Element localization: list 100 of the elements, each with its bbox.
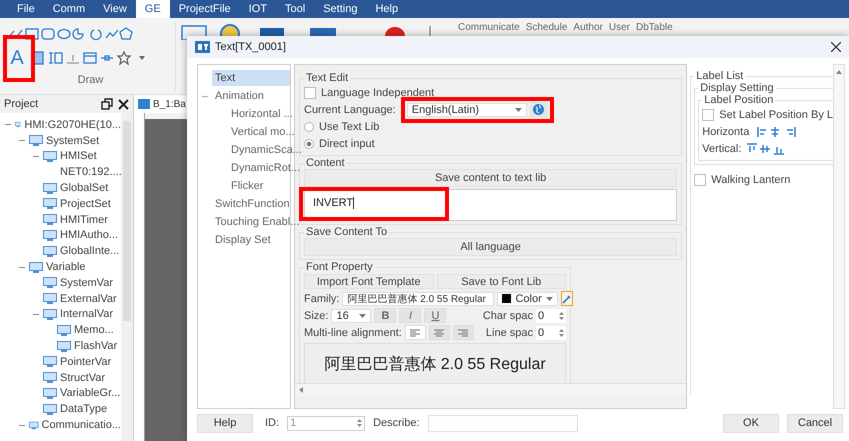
tree-item[interactable]: SystemSet bbox=[46, 134, 100, 147]
cancel-button[interactable]: Cancel bbox=[787, 414, 843, 432]
menu-item[interactable]: ProjectFile bbox=[170, 0, 240, 18]
radio-button[interactable] bbox=[304, 122, 314, 132]
color-dropdown[interactable]: Color bbox=[497, 292, 558, 306]
tree-item[interactable]: PointerVar bbox=[60, 356, 112, 368]
menu-item[interactable]: Tool bbox=[276, 0, 314, 18]
node-icon bbox=[43, 246, 57, 257]
tree-item[interactable]: HMI:G2070HE(10... bbox=[24, 118, 121, 131]
tree-item[interactable]: Vertical mo... bbox=[228, 124, 298, 140]
menu-item[interactable]: Setting bbox=[314, 0, 366, 18]
node-icon bbox=[43, 404, 57, 415]
align-left-icon bbox=[410, 328, 420, 336]
language-dropdown[interactable]: English(Latin) bbox=[406, 102, 527, 116]
tree-item[interactable]: Flicker bbox=[228, 178, 266, 194]
tree-item[interactable]: DynamicRot... bbox=[228, 160, 304, 176]
spin-arrows-icon[interactable] bbox=[559, 328, 564, 338]
checkbox[interactable] bbox=[702, 108, 714, 120]
scroll-left-icon[interactable] bbox=[299, 387, 303, 393]
ribbon-link[interactable]: Schedule bbox=[526, 22, 568, 33]
style-toggle[interactable]: I bbox=[399, 308, 422, 323]
checkbox[interactable] bbox=[694, 174, 706, 186]
globe-icon bbox=[533, 104, 544, 115]
tree-item[interactable]: NET0:192.... bbox=[60, 166, 121, 178]
node-icon bbox=[29, 135, 43, 146]
scroll-up-icon[interactable] bbox=[836, 70, 842, 74]
menu-item[interactable]: Comm bbox=[44, 0, 94, 18]
tree-item[interactable]: Communicatio... bbox=[42, 419, 121, 432]
alignment-button[interactable] bbox=[452, 325, 474, 340]
menu-item[interactable]: Help bbox=[366, 0, 408, 18]
alignment-button[interactable] bbox=[404, 325, 426, 340]
group-title: Save Content To bbox=[305, 226, 388, 238]
font-size-dropdown[interactable]: 16 bbox=[331, 308, 372, 322]
checkbox-label: Walking Lantern bbox=[711, 174, 790, 186]
horizontal-align-icons[interactable] bbox=[757, 126, 798, 138]
tree-item[interactable]: SwitchFunction bbox=[212, 196, 293, 212]
save-to-text-lib-button[interactable]: Save content to text lib bbox=[304, 169, 678, 187]
vertical-align-icons[interactable] bbox=[746, 142, 786, 154]
scrollbar[interactable] bbox=[121, 113, 133, 441]
scrollbar[interactable] bbox=[833, 64, 845, 409]
panel-title: Project bbox=[4, 98, 40, 110]
ribbon-link[interactable]: Communicate bbox=[458, 22, 520, 33]
tree-item[interactable]: ExternalVar bbox=[60, 292, 117, 305]
font-button[interactable]: Save to Font Lib bbox=[436, 274, 566, 289]
spin-arrows-icon[interactable] bbox=[559, 310, 564, 320]
checkbox[interactable] bbox=[304, 86, 316, 98]
style-toggle[interactable]: U bbox=[424, 308, 446, 323]
caret-icon[interactable] bbox=[139, 56, 145, 60]
group-title: Content bbox=[305, 157, 346, 169]
menu-item[interactable]: IOT bbox=[240, 0, 276, 18]
eyedropper-button[interactable] bbox=[560, 291, 573, 306]
content-field[interactable]: INVERT bbox=[304, 189, 678, 221]
canvas-tab[interactable]: B_1:Ba bbox=[134, 95, 190, 113]
node-icon bbox=[43, 356, 57, 368]
menu-item[interactable]: GE bbox=[136, 0, 170, 18]
help-button[interactable]: Help bbox=[197, 414, 253, 432]
all-language-button[interactable]: All language bbox=[304, 238, 678, 256]
tree-item[interactable]: FlashVar bbox=[74, 340, 118, 352]
tree-item[interactable]: VariableGr... bbox=[60, 387, 120, 400]
alignment-button[interactable] bbox=[428, 325, 450, 340]
tree-item[interactable]: DynamicSca... bbox=[228, 142, 305, 158]
tree-item[interactable]: Horizontal ... bbox=[228, 106, 296, 122]
tree-item[interactable]: Memo... bbox=[74, 324, 114, 336]
close-icon[interactable] bbox=[118, 98, 129, 110]
style-toggle[interactable]: B bbox=[374, 308, 396, 323]
tree-item[interactable]: HMIAutho... bbox=[60, 229, 118, 242]
tree-item[interactable]: Display Set bbox=[212, 232, 274, 248]
radio-button[interactable] bbox=[304, 138, 314, 148]
describe-field[interactable] bbox=[428, 414, 578, 432]
menu-item[interactable]: File bbox=[8, 0, 44, 18]
tree-item[interactable]: StructVar bbox=[60, 372, 106, 384]
scrollbar[interactable] bbox=[295, 383, 686, 396]
tree-item[interactable]: Text bbox=[212, 70, 290, 86]
menu-item[interactable]: View bbox=[94, 0, 136, 18]
restore-icon[interactable] bbox=[101, 98, 113, 110]
screen-icon bbox=[138, 99, 150, 109]
node-icon bbox=[57, 340, 71, 352]
text-tool[interactable]: A bbox=[6, 48, 28, 68]
ribbon-link[interactable]: DbTable bbox=[636, 22, 673, 33]
ok-button[interactable]: OK bbox=[723, 414, 779, 432]
tree-item[interactable]: Animation bbox=[212, 88, 267, 104]
tree-item[interactable]: ProjectSet bbox=[60, 198, 111, 210]
tree-item[interactable]: GlobalSet bbox=[60, 182, 108, 194]
char-spacing-field[interactable]: 0 bbox=[536, 308, 566, 322]
tree-item[interactable]: HMITimer bbox=[60, 214, 108, 226]
tree-item[interactable]: Variable bbox=[46, 261, 86, 274]
tree-item[interactable]: DataType bbox=[60, 403, 108, 416]
tree-item[interactable]: SystemVar bbox=[60, 276, 113, 289]
close-icon[interactable] bbox=[831, 42, 841, 52]
globe-button[interactable] bbox=[530, 102, 548, 118]
tree-item[interactable]: GlobalInte... bbox=[60, 245, 120, 258]
font-family-dropdown[interactable]: 阿里巴巴普惠体 2.0 55 Regular bbox=[342, 292, 494, 306]
line-spacing-field[interactable]: 0 bbox=[536, 326, 566, 340]
ribbon-link[interactable]: User bbox=[608, 22, 630, 33]
spin-arrows-icon[interactable] bbox=[357, 418, 362, 428]
tree-item[interactable]: HMISet bbox=[60, 150, 97, 162]
ribbon-link[interactable]: Author bbox=[573, 22, 603, 33]
tree-item[interactable]: InternalVar bbox=[60, 308, 113, 320]
tree-item[interactable]: Touching Enabl... bbox=[212, 214, 302, 230]
font-button[interactable]: Import Font Template bbox=[304, 274, 434, 289]
